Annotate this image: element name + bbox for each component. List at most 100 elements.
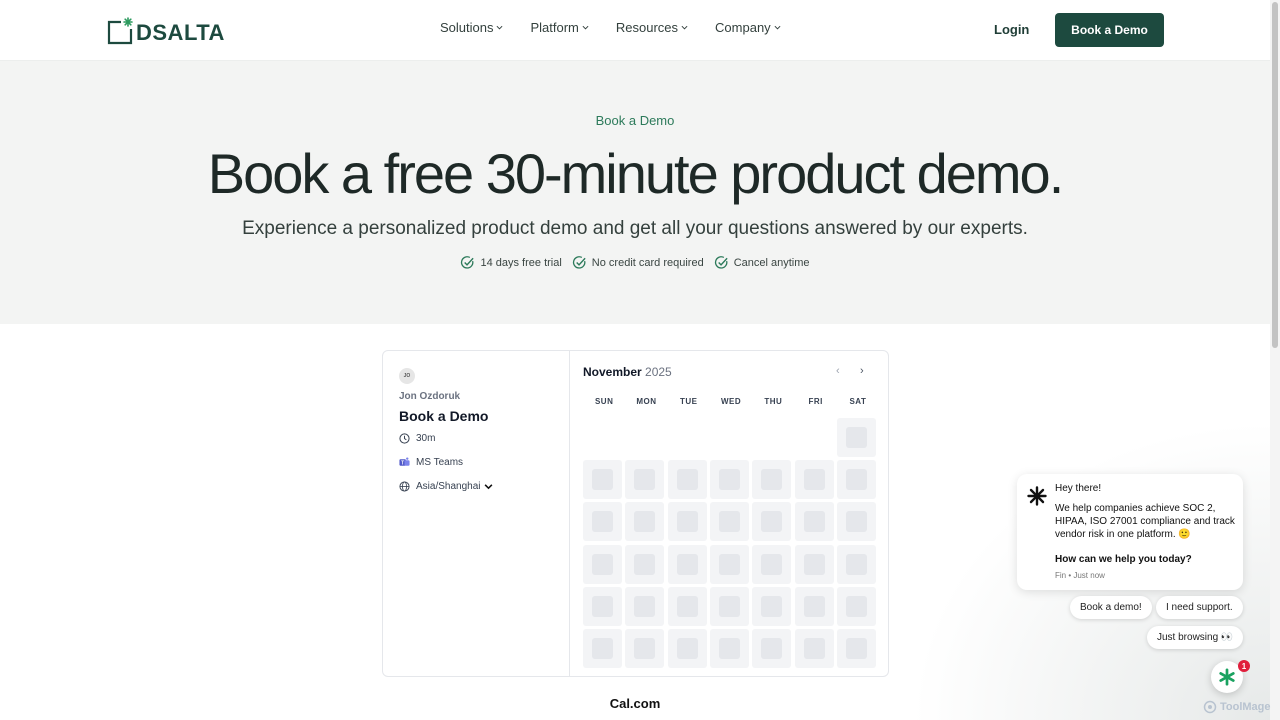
watermark-logo-icon bbox=[1203, 700, 1217, 714]
check-label: 14 days free trial bbox=[480, 256, 562, 269]
nav-resources-label: Resources bbox=[615, 20, 679, 35]
calendar-day-cell bbox=[625, 586, 665, 626]
calendar-day-cell bbox=[836, 418, 876, 457]
calendar-day-cell bbox=[836, 460, 876, 500]
weekday-sun: SUN bbox=[594, 397, 614, 406]
calendar-day-cell bbox=[583, 586, 622, 626]
calendar-day-cell bbox=[836, 586, 876, 626]
calendar-day-cell bbox=[625, 629, 665, 668]
calendar-day-cell bbox=[709, 544, 749, 584]
globe-icon bbox=[399, 481, 410, 492]
chevron-down-icon bbox=[484, 484, 492, 490]
reply-just-browsing[interactable]: Just browsing 👀 bbox=[1147, 626, 1244, 649]
calendar-day-cell bbox=[709, 586, 749, 626]
next-month-icon[interactable]: › bbox=[860, 365, 864, 377]
nav-platform-label: Platform bbox=[530, 20, 579, 35]
chat-meta: Fin • Just now bbox=[1055, 571, 1105, 580]
calendar-day-cell bbox=[625, 460, 665, 500]
asterisk-icon bbox=[1219, 668, 1235, 686]
calendar-day-cell bbox=[667, 502, 707, 542]
calendar-day-cell bbox=[667, 460, 707, 500]
feature-checks: 14 days free trial No credit card requir… bbox=[0, 255, 1270, 270]
calendar-day-cell bbox=[752, 544, 792, 584]
nav-company[interactable]: Company bbox=[715, 20, 781, 35]
login-link[interactable]: Login bbox=[994, 22, 1029, 37]
calendar-day-cell bbox=[836, 502, 876, 542]
duration-label: 30m bbox=[416, 433, 436, 444]
calendar-day-cell bbox=[709, 460, 749, 500]
calendar-day-cell bbox=[794, 460, 834, 500]
calendar-day-cell bbox=[583, 502, 622, 542]
nav-solutions[interactable]: Solutions bbox=[440, 20, 503, 35]
nav-platform[interactable]: Platform bbox=[530, 20, 589, 35]
check-circle-icon bbox=[572, 256, 586, 269]
event-title: Book a Demo bbox=[399, 408, 489, 424]
chevron-down-icon bbox=[681, 25, 688, 30]
logo-text: DSALTA bbox=[136, 20, 225, 45]
weekday-thu: THU bbox=[764, 397, 783, 406]
watermark: ToolMage bbox=[1203, 700, 1271, 714]
weekday-mon: MON bbox=[636, 397, 657, 406]
calendar-day-cell bbox=[836, 629, 876, 668]
chat-body: We help companies achieve SOC 2, HIPAA, … bbox=[1055, 503, 1235, 540]
calendar-day-cell bbox=[583, 460, 622, 500]
weekday-wed: WED bbox=[720, 397, 742, 406]
hero-section: Book a Demo Book a free 30-minute produc… bbox=[0, 61, 1270, 324]
calendar-day-cell bbox=[794, 629, 834, 668]
scrollbar-thumb[interactable] bbox=[1272, 2, 1278, 348]
month-label: November bbox=[583, 365, 642, 379]
check-label: Cancel anytime bbox=[733, 256, 810, 269]
calendar-day-cell bbox=[625, 502, 665, 542]
weekday-fri: FRI bbox=[808, 397, 823, 406]
clock-icon bbox=[399, 433, 410, 444]
calendar-day-cell bbox=[752, 502, 792, 542]
prev-month-icon[interactable]: ‹ bbox=[836, 365, 840, 377]
calendar-day-cell bbox=[752, 586, 792, 626]
calendar-day-cell bbox=[794, 544, 834, 584]
nav-resources[interactable]: Resources bbox=[616, 20, 688, 35]
check-item: 14 days free trial bbox=[460, 255, 562, 270]
chat-greeting: Hey there! bbox=[1055, 483, 1102, 494]
nav-solutions-label: Solutions bbox=[440, 20, 494, 35]
reply-book-demo[interactable]: Book a demo! bbox=[1070, 596, 1152, 619]
nav-company-label: Company bbox=[715, 20, 771, 35]
reply-need-support[interactable]: I need support. bbox=[1156, 596, 1243, 619]
event-details-panel: JO Jon Ozdoruk Book a Demo 30m T MS Team… bbox=[383, 351, 570, 676]
logo-mark-icon bbox=[107, 17, 133, 45]
calendar-day-cell bbox=[752, 629, 792, 668]
chat-message-card[interactable]: Hey there! We help companies achieve SOC… bbox=[1017, 474, 1243, 590]
calendar-day-cell bbox=[667, 586, 707, 626]
check-circle-icon bbox=[714, 256, 728, 269]
host-name: Jon Ozdoruk bbox=[399, 391, 461, 402]
weekday-header: SUN MON TUE WED THU FRI SAT bbox=[583, 397, 879, 406]
book-demo-button[interactable]: Book a Demo bbox=[1055, 13, 1164, 47]
duration-row: 30m bbox=[399, 433, 435, 444]
calendar-day-cell bbox=[794, 502, 834, 542]
fin-logo-icon bbox=[1027, 486, 1047, 506]
chevron-down-icon bbox=[582, 25, 589, 30]
location-label: MS Teams bbox=[416, 457, 464, 468]
timezone-select[interactable]: Asia/Shanghai bbox=[399, 481, 493, 492]
calendar-day-cell bbox=[709, 502, 749, 542]
calendar-day-cell bbox=[836, 544, 876, 584]
avatar: JO bbox=[399, 368, 415, 384]
calendar-month: November 2025 bbox=[583, 365, 672, 379]
calendar-day-cell bbox=[583, 629, 622, 668]
check-item: Cancel anytime bbox=[714, 255, 810, 270]
dsalta-logo[interactable]: DSALTA bbox=[107, 16, 225, 46]
calendar-day-cell bbox=[752, 460, 792, 500]
year-label: 2025 bbox=[645, 365, 672, 379]
check-item: No credit card required bbox=[572, 255, 704, 270]
check-label: No credit card required bbox=[591, 256, 704, 269]
chevron-down-icon bbox=[497, 25, 503, 30]
location-row: T MS Teams bbox=[399, 457, 463, 468]
weekday-sat: SAT bbox=[849, 397, 867, 406]
weekday-tue: TUE bbox=[679, 397, 698, 406]
hero-eyebrow: Book a Demo bbox=[595, 113, 675, 128]
calendar-day-cell bbox=[667, 629, 707, 668]
calendar-day-cell bbox=[667, 544, 707, 584]
page-scrollbar[interactable] bbox=[1270, 0, 1280, 720]
calendar-day-cell bbox=[625, 544, 665, 584]
site-header: DSALTA Solutions Platform Resources Comp… bbox=[0, 0, 1270, 61]
check-circle-icon bbox=[461, 256, 475, 269]
